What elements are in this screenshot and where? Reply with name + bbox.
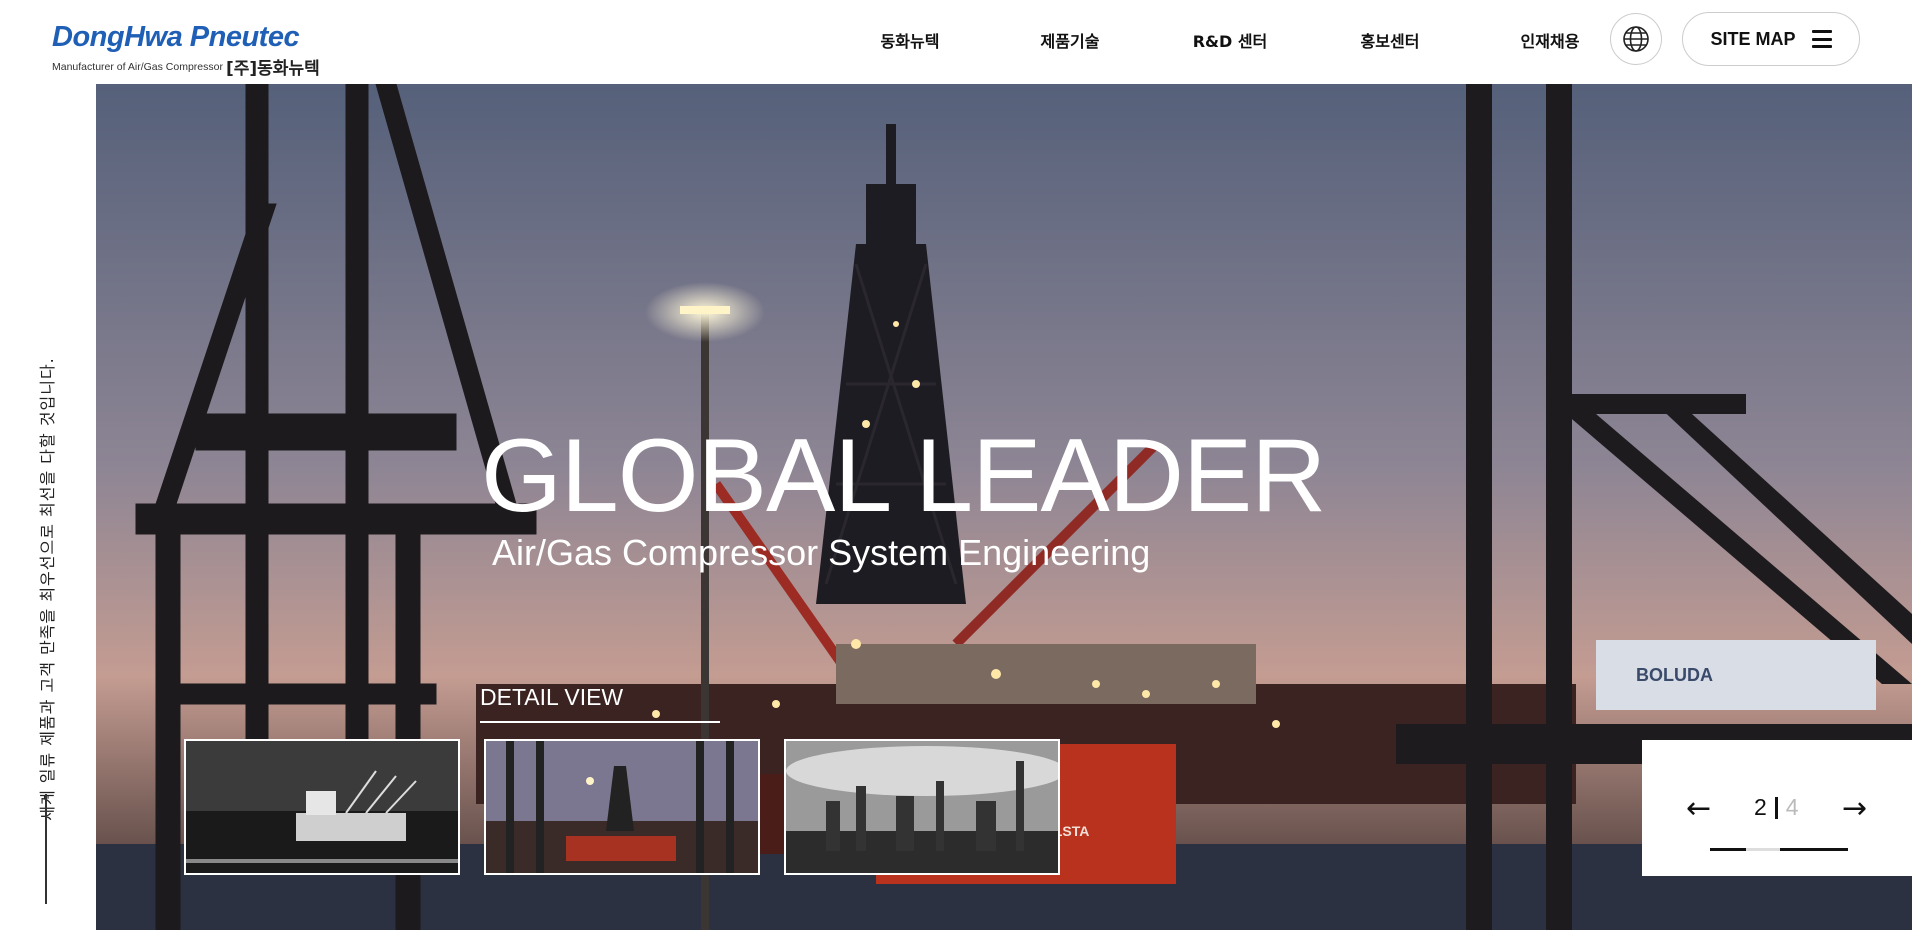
side-slogan: 세계 일류 제품과 고객 만족을 최우선으로 최선을 다할 것입니다. <box>38 357 57 821</box>
arrow-right-icon[interactable]: → <box>1842 794 1867 824</box>
slide-progress-segment-1 <box>1710 848 1746 851</box>
hero-title: GLOBAL LEADER <box>481 418 1326 534</box>
slide-total: 4 <box>1785 794 1799 820</box>
company-logo[interactable]: DongHwa Pneutec Manufacturer of Air/Gas … <box>52 21 342 79</box>
nav-item-products[interactable]: 제품기술 <box>990 28 1150 52</box>
nav-item-rnd[interactable]: R&D 센터 <box>1150 28 1310 52</box>
hero-subtitle: Air/Gas Compressor System Engineering <box>492 532 1151 573</box>
slide-thumbnail-rig[interactable] <box>484 739 760 875</box>
logo-wordmark: DongHwa Pneutec <box>52 21 300 53</box>
slide-current: 2 <box>1754 794 1767 820</box>
slide-progress-segment-2 <box>1780 848 1848 851</box>
logo-tagline: Manufacturer of Air/Gas Compressor <box>52 60 223 73</box>
svg-text:BOLUDA: BOLUDA <box>1636 665 1713 685</box>
side-strip: 세계 일류 제품과 고객 만족을 최우선으로 최선을 다할 것입니다. <box>0 84 96 930</box>
slide-counter-divider <box>1774 796 1778 819</box>
logo-korean-name: [주]동화뉴텍 <box>225 59 320 79</box>
nav-item-company[interactable]: 동화뉴텍 <box>830 28 990 52</box>
main-nav: 동화뉴텍 제품기술 R&D 센터 홍보센터 인재채용 <box>830 0 1630 80</box>
slide-pager: ← 2 4 → <box>1642 740 1912 876</box>
sitemap-button[interactable]: SITE MAP <box>1682 12 1860 66</box>
hero-slider: BOLUDA WEST BOLLSTA STAVANGER GLOBAL LEA… <box>96 84 1912 930</box>
arrow-left-icon[interactable]: ← <box>1686 794 1711 824</box>
slide-thumbnails <box>184 739 1060 875</box>
nav-item-careers[interactable]: 인재채용 <box>1470 28 1630 52</box>
side-divider <box>45 794 47 904</box>
site-header: DongHwa Pneutec Manufacturer of Air/Gas … <box>0 0 1912 84</box>
detail-view-label: DETAIL VIEW <box>480 684 624 710</box>
language-button[interactable] <box>1610 13 1662 65</box>
slide-counter: 2 4 <box>1754 794 1799 821</box>
slide-thumbnail-ship[interactable] <box>184 739 460 875</box>
nav-item-pr[interactable]: 홍보센터 <box>1310 28 1470 52</box>
detail-view-link[interactable]: DETAIL VIEW <box>480 684 720 723</box>
slide-progress-bar <box>1710 848 1848 851</box>
hamburger-menu-icon <box>1811 30 1832 48</box>
sitemap-label: SITE MAP <box>1710 28 1796 49</box>
globe-icon <box>1623 26 1649 52</box>
detail-view-underline <box>480 721 720 723</box>
slide-thumbnail-refinery[interactable] <box>784 739 1060 875</box>
